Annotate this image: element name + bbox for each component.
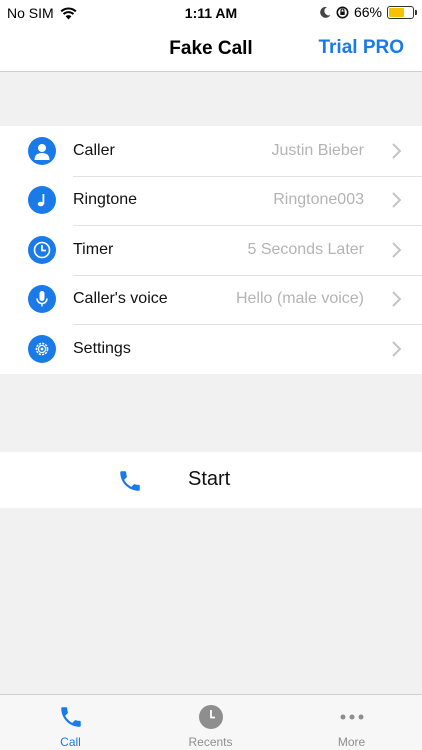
nav-bar: Fake Call Trial PRO — [0, 26, 422, 72]
settings-row[interactable]: Settings — [0, 324, 422, 374]
battery-icon — [387, 5, 417, 19]
battery-fill — [389, 7, 405, 17]
row-label: Caller — [73, 141, 115, 159]
settings-list: Caller Justin Bieber Ringtone Ringtone00… — [0, 126, 422, 374]
row-value: Justin Bieber — [271, 141, 365, 159]
start-button[interactable]: Start — [0, 452, 422, 508]
chevron-right-icon — [392, 143, 402, 159]
clock-icon — [199, 705, 223, 729]
more-dots-icon — [340, 714, 364, 720]
chevron-right-icon — [392, 192, 402, 208]
gear-icon — [28, 334, 56, 363]
chevron-right-icon — [392, 242, 402, 258]
trial-pro-button[interactable]: Trial PRO — [318, 37, 404, 59]
tab-label: Recents — [188, 735, 233, 749]
timer-row[interactable]: Timer 5 Seconds Later — [0, 225, 422, 275]
music-note-icon — [28, 186, 56, 215]
row-label: Ringtone — [73, 191, 138, 209]
tab-call[interactable]: Call — [0, 695, 141, 750]
start-label: Start — [188, 468, 231, 490]
clock-icon — [28, 235, 56, 264]
row-value: Hello (male voice) — [235, 290, 364, 308]
moon-icon — [320, 6, 331, 18]
row-value: 5 Seconds Later — [247, 240, 364, 258]
row-value: Ringtone003 — [273, 191, 364, 209]
tab-recents[interactable]: Recents — [140, 695, 281, 750]
tab-more[interactable]: More — [281, 695, 422, 750]
tab-label: More — [337, 735, 366, 749]
status-right: 66% — [320, 4, 417, 20]
status-bar: No SIM 1:11 AM 66% — [0, 0, 422, 26]
phone-icon — [61, 707, 81, 727]
chevron-right-icon — [392, 291, 402, 307]
rotation-lock-icon — [336, 6, 349, 18]
chevron-right-icon — [392, 341, 402, 357]
callers-voice-row[interactable]: Caller's voice Hello (male voice) — [0, 274, 422, 325]
row-label: Settings — [73, 339, 131, 357]
row-label: Caller's voice — [73, 290, 168, 308]
caller-row[interactable]: Caller Justin Bieber — [0, 126, 422, 176]
microphone-icon — [28, 285, 56, 314]
person-icon — [28, 136, 56, 165]
phone-icon — [120, 471, 140, 491]
tab-bar: Call Recents More — [0, 694, 422, 750]
row-label: Timer — [73, 240, 114, 258]
tab-label: Call — [60, 735, 81, 749]
ringtone-row[interactable]: Ringtone Ringtone003 — [0, 175, 422, 226]
battery-percent: 66% — [353, 4, 382, 20]
